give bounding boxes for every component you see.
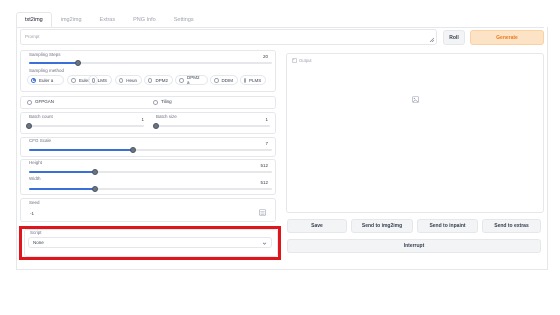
batch-count-slider[interactable]	[26, 123, 144, 129]
calendar-stepper-icon[interactable]	[259, 209, 266, 216]
radio-dot	[244, 77, 246, 83]
cfg-scale-value[interactable]: 7	[250, 141, 268, 146]
radio-lms[interactable]: LMS	[88, 75, 112, 85]
gfpgan-label: GFPGAN	[35, 99, 55, 104]
width-slider[interactable]	[29, 186, 272, 192]
batch-card	[20, 112, 276, 134]
radio-dot	[214, 77, 219, 83]
tiling-checkbox[interactable]	[153, 100, 158, 105]
batch-size-thumb[interactable]	[153, 123, 159, 129]
roll-button[interactable]: Roll	[443, 30, 465, 45]
tab-divider	[16, 27, 544, 28]
sampling-steps-fill	[29, 62, 78, 64]
resize-handle-icon[interactable]	[429, 37, 434, 42]
radio-label: DPM2	[155, 77, 168, 83]
highlight-box	[19, 226, 281, 260]
tab-bar: txt2img img2img Extras PNG Info Settings	[16, 12, 203, 28]
radio-dot	[31, 77, 36, 83]
prompt-placeholder: Prompt	[25, 34, 40, 39]
batch-count-thumb[interactable]	[26, 123, 32, 129]
seed-input[interactable]: -1	[30, 211, 34, 216]
batch-size-label: Batch size	[156, 114, 177, 119]
width-value[interactable]: 512	[250, 180, 268, 185]
tab-txt2img[interactable]: txt2img	[16, 12, 52, 28]
prompt-input[interactable]: Prompt	[20, 29, 437, 45]
radio-ddim[interactable]: DDIM	[210, 75, 238, 85]
width-label: Width	[29, 176, 41, 181]
batch-size-value[interactable]: 1	[250, 117, 268, 122]
radio-dot	[179, 77, 184, 83]
batch-count-value[interactable]: 1	[126, 117, 144, 122]
tab-settings[interactable]: Settings	[165, 12, 203, 28]
radio-plms[interactable]: PLMS	[240, 75, 266, 85]
radio-dot	[92, 77, 95, 83]
cfg-card	[20, 137, 276, 157]
radio-label: Heun	[126, 77, 137, 83]
output-label: Output	[299, 58, 312, 63]
radio-dot	[148, 77, 153, 83]
save-button[interactable]: Save	[287, 219, 347, 233]
height-fill	[29, 171, 95, 173]
output-label-wrap: Output	[292, 58, 312, 63]
sampling-steps-thumb[interactable]	[74, 60, 81, 66]
radio-label: DPM2 a	[186, 75, 200, 85]
height-thumb[interactable]	[91, 169, 98, 175]
radio-dot	[119, 77, 124, 83]
batch-count-label: Batch count	[29, 114, 53, 119]
height-slider[interactable]	[29, 169, 272, 175]
cfg-scale-slider[interactable]	[29, 147, 272, 153]
image-icon	[292, 58, 297, 63]
send-to-inpaint-button[interactable]: Send to inpaint	[417, 219, 478, 233]
tab-png-info[interactable]: PNG Info	[124, 12, 165, 28]
send-to-img2img-button[interactable]: Send to img2img	[351, 219, 413, 233]
seed-card	[20, 198, 276, 222]
width-fill	[29, 188, 95, 190]
output-panel: Output	[286, 53, 544, 213]
send-to-extras-button[interactable]: Send to extras	[482, 219, 541, 233]
radio-label: PLMS	[249, 77, 262, 83]
radio-label: DDIM	[221, 77, 234, 83]
radio-euler-a[interactable]: Euler a	[27, 75, 64, 85]
radio-dot	[71, 77, 76, 83]
tab-extras[interactable]: Extras	[91, 12, 125, 28]
height-value[interactable]: 512	[250, 163, 268, 168]
seed-label: Seed	[29, 200, 40, 205]
tab-img2img[interactable]: img2img	[52, 12, 91, 28]
radio-heun[interactable]: Heun	[115, 75, 142, 85]
image-placeholder-icon	[412, 96, 419, 103]
width-thumb[interactable]	[91, 186, 98, 192]
radio-dpm2-a[interactable]: DPM2 a	[175, 75, 208, 85]
sampling-method-label: Sampling method	[29, 68, 65, 73]
sampling-steps-value[interactable]: 20	[250, 54, 268, 59]
options-card	[20, 96, 276, 109]
tiling-label: Tiling	[161, 99, 172, 104]
radio-label: Euler a	[39, 77, 54, 83]
batch-size-slider[interactable]	[153, 123, 270, 129]
cfg-scale-label: CFG Scale	[29, 138, 52, 143]
cfg-scale-fill	[29, 149, 134, 151]
gfpgan-checkbox[interactable]	[27, 100, 32, 105]
generate-button[interactable]: Generate	[470, 30, 544, 45]
radio-label: LMS	[97, 77, 107, 83]
sampling-steps-slider[interactable]	[29, 60, 272, 66]
sampling-steps-label: Sampling Steps	[29, 52, 61, 57]
interrupt-button[interactable]: Interrupt	[287, 239, 541, 253]
radio-dpm2[interactable]: DPM2	[144, 75, 173, 85]
height-label: Height	[29, 160, 43, 165]
